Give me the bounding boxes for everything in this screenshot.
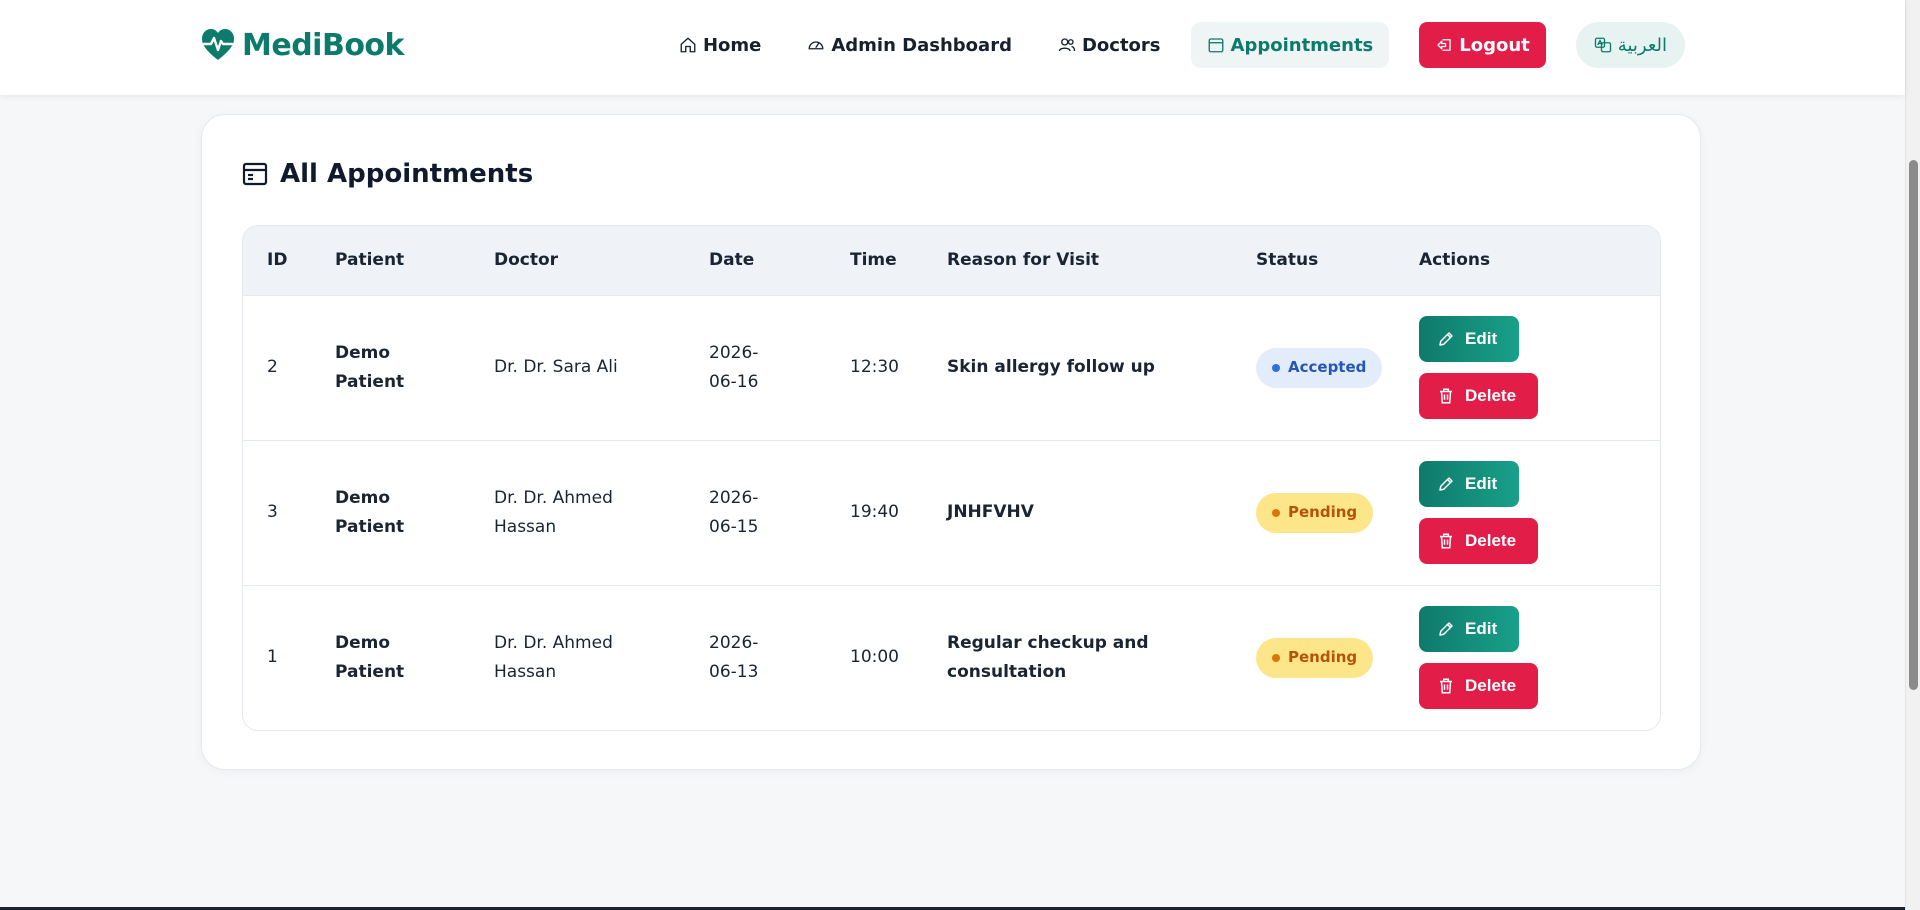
cell-patient: Demo Patient <box>311 584 470 730</box>
appointments-card: All Appointments ID Patient Doctor Date … <box>201 114 1701 770</box>
cell-time: 12:30 <box>850 357 899 377</box>
column-header-id[interactable]: ID <box>243 226 311 296</box>
nav-admin-dashboard-label: Admin Dashboard <box>831 34 1012 56</box>
translate-icon <box>1594 37 1611 53</box>
cell-time: 10:00 <box>826 584 923 730</box>
edit-label: Edit <box>1465 474 1498 493</box>
cell-patient: Demo Patient <box>335 342 405 392</box>
status-badge: Accepted <box>1256 347 1383 388</box>
vertical-scrollbar[interactable] <box>1905 0 1920 910</box>
nav-home[interactable]: Home <box>663 22 777 68</box>
edit-button[interactable]: Edit <box>1419 606 1520 653</box>
pencil-icon <box>1439 477 1453 491</box>
column-header-time[interactable]: Time <box>826 226 923 296</box>
top-navbar: MediBook Home Admin Dashboard Doctors Ap… <box>0 0 1905 95</box>
page-title: All Appointments <box>280 159 534 189</box>
cell-actions: Edit Delete <box>1395 584 1660 730</box>
status-dot-icon <box>1272 508 1280 517</box>
column-header-reason[interactable]: Reason for Visit <box>923 226 1232 296</box>
edit-button[interactable]: Edit <box>1419 461 1520 507</box>
edit-label: Edit <box>1465 619 1498 639</box>
calendar-icon <box>242 162 268 186</box>
delete-label: Delete <box>1465 531 1517 550</box>
nav-appointments-label: Appointments <box>1230 34 1374 56</box>
cell-doctor: Dr. Dr. Ahmed Hassan <box>470 439 685 585</box>
logout-icon <box>1437 39 1451 51</box>
cell-status: Pending <box>1232 584 1395 730</box>
column-header-status[interactable]: Status <box>1232 226 1395 296</box>
status-dot-icon <box>1272 363 1280 372</box>
cell-actions: Edit Delete <box>1395 295 1660 440</box>
column-header-date[interactable]: Date <box>685 226 826 296</box>
edit-label: Edit <box>1465 329 1498 348</box>
cell-reason: Skin allergy follow up <box>947 357 1155 377</box>
card-header: All Appointments <box>242 159 533 189</box>
status-badge-label: Pending <box>1288 503 1358 521</box>
cell-reason: Regular checkup and consultation <box>923 584 1232 730</box>
users-icon <box>1058 38 1076 52</box>
language-label: العربية <box>1617 34 1667 56</box>
calendar-grid-icon <box>1208 38 1223 53</box>
cell-time: 19:40 <box>826 439 923 585</box>
table-row: 2 Demo Patient Dr. Dr. Sara Ali 2026-06-… <box>243 295 1660 440</box>
nav-home-label: Home <box>702 34 762 56</box>
cell-doctor: Dr. Dr. Ahmed Hassan <box>470 584 685 730</box>
main-nav: Home Admin Dashboard Doctors Appointment… <box>649 22 1685 68</box>
pencil-icon <box>1439 622 1453 636</box>
delete-label: Delete <box>1465 386 1517 405</box>
cell-id: 3 <box>243 439 311 585</box>
cell-date: 2026-06-15 <box>685 439 826 585</box>
nav-admin-dashboard[interactable]: Admin Dashboard <box>791 22 1028 68</box>
nav-doctors-label: Doctors <box>1081 34 1161 56</box>
table-row: 1 Demo Patient Dr. Dr. Ahmed Hassan 2026… <box>243 584 1660 730</box>
column-header-doctor[interactable]: Doctor <box>470 226 685 296</box>
status-badge-label: Pending <box>1288 648 1358 667</box>
column-header-actions: Actions <box>1395 226 1660 296</box>
cell-doctor: Dr. Dr. Sara Ali <box>494 357 618 377</box>
home-icon <box>680 37 696 53</box>
gauge-icon <box>808 41 824 50</box>
logout-button[interactable]: Logout <box>1419 22 1546 68</box>
nav-appointments[interactable]: Appointments <box>1190 22 1390 68</box>
cell-status: Accepted <box>1232 295 1395 440</box>
cell-date: 2026-06-16 <box>709 342 759 392</box>
edit-button[interactable]: Edit <box>1419 316 1520 362</box>
cell-date: 2026-06-13 <box>685 584 826 730</box>
cell-reason: JNHFVHV <box>923 439 1232 585</box>
appointments-table-container: ID Patient Doctor Date Time Reason for V… <box>242 225 1661 731</box>
nav-doctors[interactable]: Doctors <box>1042 22 1177 68</box>
logout-label: Logout <box>1459 34 1530 56</box>
status-badge: Pending <box>1256 637 1374 678</box>
status-badge-label: Accepted <box>1288 358 1367 376</box>
delete-label: Delete <box>1465 676 1517 696</box>
appointments-table: ID Patient Doctor Date Time Reason for V… <box>243 226 1660 730</box>
brand-name: MediBook <box>242 27 405 63</box>
trash-icon <box>1440 533 1452 549</box>
cell-id: 1 <box>243 584 311 730</box>
table-row: 3 Demo Patient Dr. Dr. Ahmed Hassan 2026… <box>243 439 1660 585</box>
trash-icon <box>1440 388 1452 404</box>
status-badge: Pending <box>1256 492 1374 533</box>
cell-status: Pending <box>1232 439 1395 585</box>
column-header-patient[interactable]: Patient <box>311 226 470 296</box>
pencil-icon <box>1439 332 1453 346</box>
delete-button[interactable]: Delete <box>1419 518 1539 564</box>
delete-button[interactable]: Delete <box>1419 373 1539 419</box>
status-dot-icon <box>1272 653 1280 662</box>
scrollbar-thumb[interactable] <box>1909 160 1918 690</box>
brand-logo[interactable]: MediBook <box>200 25 405 65</box>
table-header-row: ID Patient Doctor Date Time Reason for V… <box>243 226 1660 296</box>
heartbeat-icon <box>202 29 234 60</box>
cell-actions: Edit Delete <box>1395 439 1660 585</box>
cell-id: 2 <box>267 357 278 377</box>
cell-patient: Demo Patient <box>311 439 470 585</box>
trash-icon <box>1440 678 1452 694</box>
language-toggle[interactable]: العربية <box>1575 22 1685 68</box>
delete-button[interactable]: Delete <box>1419 663 1539 710</box>
